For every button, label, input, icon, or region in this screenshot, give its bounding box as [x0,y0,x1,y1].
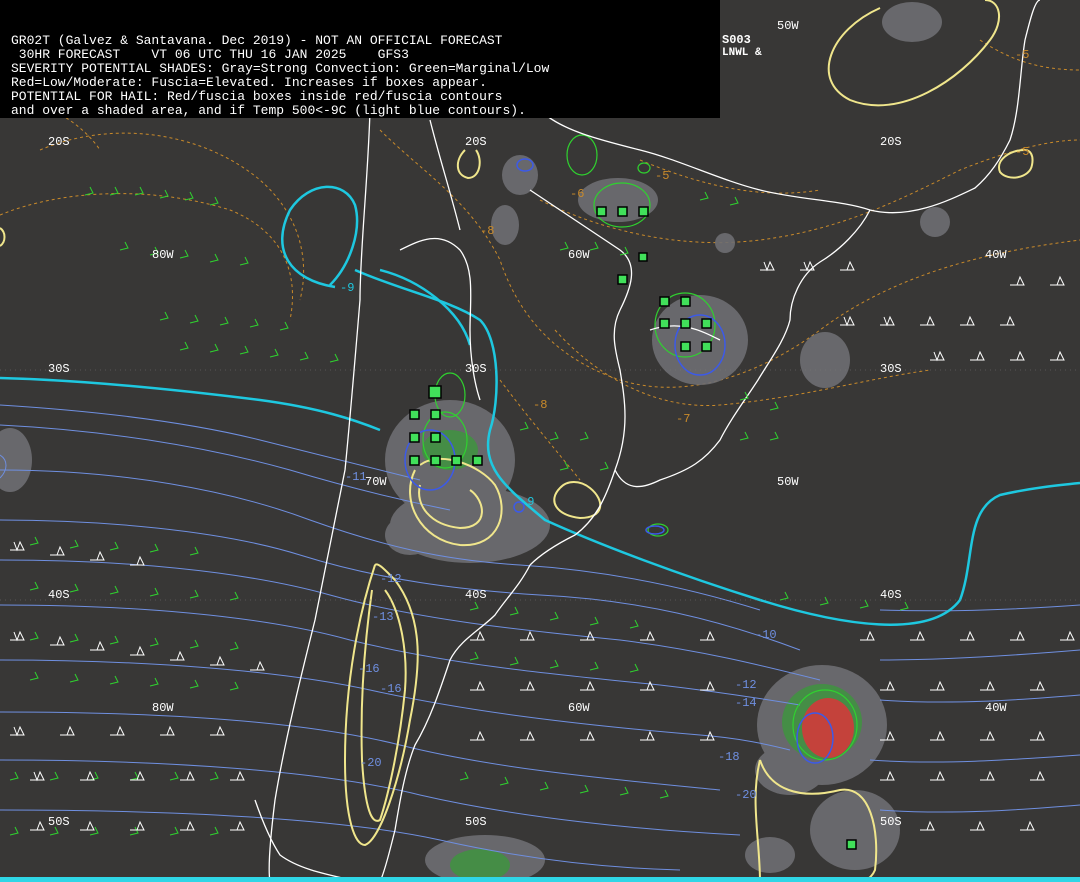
lat-40s-a: 40S [48,588,70,602]
coastline [254,0,1041,882]
header-valid-time: 30HR FORECAST VT 06 UTC THU 16 JAN 2025 … [11,47,409,62]
blue-label: -10 [755,628,777,642]
map-canvas: 20S 20S 20S 30S 30S 30S 40S 40S 40S 50S … [0,0,1080,882]
red-shaded-areas [802,698,854,758]
wind-barbs-white [10,260,1075,831]
lon-60w-b: 60W [568,701,590,715]
lat-30s-b: 30S [465,362,487,376]
header-legend-colors: Red=Low/Moderate: Fuscia=Elevated. Incre… [11,75,487,90]
blue-label: -16 [358,662,380,676]
lon-50w-a: 50W [777,19,799,33]
product-subcode: LNWL & [722,47,762,59]
forecast-map: 20S 20S 20S 30S 30S 30S 40S 40S 40S 50S … [0,0,1080,882]
cyan-label: -9 [340,281,354,295]
lon-40w-a: 40W [985,248,1007,262]
blue-label: -11 [345,470,367,484]
lat-40s-c: 40S [880,588,902,602]
lat-50s-c: 50S [880,815,902,829]
lat-40s-b: 40S [465,588,487,602]
lat-30s-c: 30S [880,362,902,376]
orange-label: -5 [655,169,669,183]
header-legend-shades: SEVERITY POTENTIAL SHADES: Gray=Strong C… [11,61,550,76]
header-title: GR02T (Galvez & Santavana. Dec 2019) - N… [11,33,503,48]
lat-30s-a: 30S [48,362,70,376]
orange-label: -8 [533,398,547,412]
lon-60w-a: 60W [568,248,590,262]
blue-label: -20 [735,788,757,802]
orange-label: -7 [676,412,690,426]
lon-40w-b: 40W [985,701,1007,715]
lat-20s-c: 20S [880,135,902,149]
forecast-header: GR02T (Galvez & Santavana. Dec 2019) - N… [0,0,720,118]
blue-label: -16 [380,682,402,696]
orange-label: -6 [570,187,584,201]
orange-label: -5 [1015,145,1029,159]
lat-20s-a: 20S [48,135,70,149]
bottom-border [0,877,1080,882]
blue-label: -12 [380,572,402,586]
cyan-label: -9 [520,495,534,509]
orange-label: -5 [1015,48,1029,62]
orange-label: -8 [480,224,494,238]
blue-label: -12 [735,678,757,692]
lon-80w-b: 80W [152,701,174,715]
blue-label: -18 [718,750,740,764]
lon-70w: 70W [365,475,387,489]
lon-80w-a: 80W [152,248,174,262]
blue-label: -13 [372,610,394,624]
blue-label: -14 [735,696,757,710]
blue-label: -20 [360,756,382,770]
product-code: S003 [722,33,751,47]
lon-50w-b: 50W [777,475,799,489]
header-hail-note: POTENTIAL FOR HAIL: Red/fuscia boxes ins… [11,89,503,104]
lat-50s-b: 50S [465,815,487,829]
lat-20s-b: 20S [465,135,487,149]
lat-50s-a: 50S [48,815,70,829]
header-hail-condition: and over a shaded area, and if Temp 500<… [11,103,526,118]
